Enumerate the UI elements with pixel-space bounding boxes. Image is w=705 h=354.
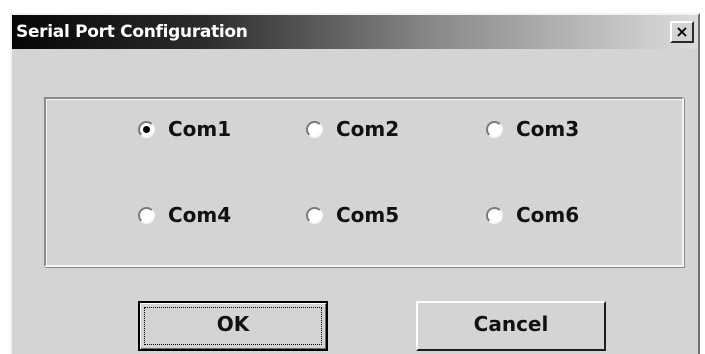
port-group-box: Com1 Com2 Com3 Com4 Com5 Com6 [44, 97, 684, 267]
radio-com5[interactable]: Com5 [306, 200, 399, 230]
radio-com1[interactable]: Com1 [138, 114, 231, 144]
radio-button-icon [306, 120, 323, 138]
dialog-title: Serial Port Configuration [16, 22, 248, 42]
ok-button[interactable]: OK [138, 301, 328, 351]
radio-com2[interactable]: Com2 [306, 114, 399, 144]
radio-label: Com4 [168, 203, 232, 227]
radio-label: Com6 [516, 203, 580, 227]
radio-com3[interactable]: Com3 [486, 114, 579, 144]
radio-selected-dot [143, 125, 150, 133]
cancel-button[interactable]: Cancel [416, 301, 606, 351]
radio-label: Com3 [516, 117, 580, 141]
close-button[interactable]: × [670, 21, 694, 43]
serial-port-dialog: Serial Port Configuration × Com1 Com2 Co… [10, 13, 700, 354]
radio-label: Com5 [336, 203, 400, 227]
radio-label: Com1 [168, 117, 232, 141]
radio-button-icon [306, 206, 323, 224]
radio-button-icon [138, 206, 155, 224]
radio-button-icon [138, 120, 155, 138]
close-icon: × [675, 22, 689, 41]
radio-label: Com2 [336, 117, 400, 141]
radio-com4[interactable]: Com4 [138, 200, 231, 230]
cancel-button-label: Cancel [473, 312, 549, 336]
ok-button-label: OK [216, 312, 250, 336]
radio-button-icon [486, 120, 503, 138]
radio-com6[interactable]: Com6 [486, 200, 579, 230]
radio-button-icon [486, 206, 503, 224]
title-bar[interactable]: Serial Port Configuration × [12, 15, 698, 49]
